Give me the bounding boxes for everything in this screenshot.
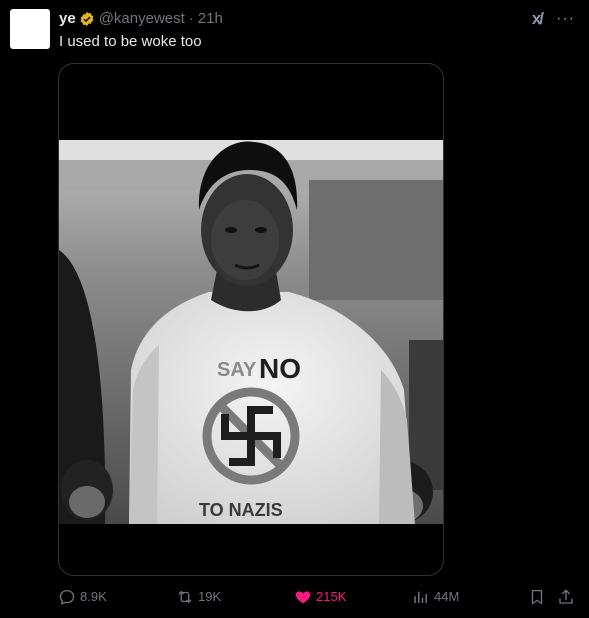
tweet-photo[interactable]: SAY NO TO NAZIS xyxy=(59,140,443,524)
tweet-header: ye @kanyewest · 21h xyxy=(59,10,223,28)
like-button[interactable]: 215K xyxy=(294,588,346,606)
shirt-text-no: NO xyxy=(259,353,301,384)
heart-icon xyxy=(295,591,311,604)
timestamp[interactable]: 21h xyxy=(198,10,223,28)
views-count: 44M xyxy=(434,589,460,604)
repost-count: 19K xyxy=(198,589,222,604)
tweet-top-actions: x/ ··· xyxy=(532,10,575,28)
reply-icon xyxy=(59,589,75,605)
verified-badge-icon xyxy=(80,12,94,26)
tweet-text: I used to be woke too xyxy=(59,33,202,50)
grok-icon[interactable]: x/ xyxy=(532,10,544,28)
shirt-text-bottom: TO NAZIS xyxy=(199,500,283,520)
separator-dot: · xyxy=(188,10,194,27)
tweet-actions: 8.9K 19K 215K 44M xyxy=(0,584,589,612)
display-name[interactable]: ye xyxy=(59,10,76,28)
views-button[interactable]: 44M xyxy=(412,588,459,606)
views-chart-icon xyxy=(414,591,427,603)
tweet-media[interactable]: SAY NO TO NAZIS xyxy=(58,63,444,576)
repost-icon xyxy=(178,590,192,604)
repost-button[interactable]: 19K xyxy=(176,588,221,606)
share-button[interactable] xyxy=(557,588,579,606)
bookmark-icon xyxy=(531,589,543,605)
bookmark-button[interactable] xyxy=(528,588,550,606)
like-count: 215K xyxy=(316,589,347,604)
handle[interactable]: @kanyewest xyxy=(99,10,185,28)
share-icon xyxy=(559,589,573,604)
avatar[interactable] xyxy=(10,9,50,49)
reply-button[interactable]: 8.9K xyxy=(58,588,107,606)
more-options-icon[interactable]: ··· xyxy=(556,11,575,27)
reply-count: 8.9K xyxy=(80,589,107,604)
shirt-text-say: SAY xyxy=(217,359,257,381)
